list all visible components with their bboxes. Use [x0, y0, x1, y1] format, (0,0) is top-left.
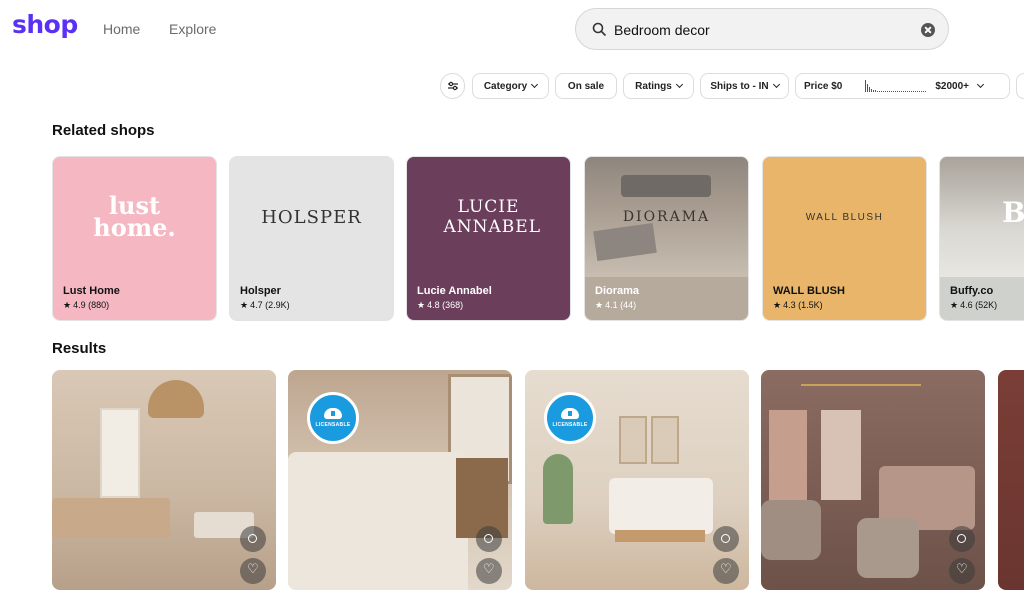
cloud-download-icon	[324, 408, 342, 419]
related-shops-title: Related shops	[52, 122, 155, 139]
shop-logo-image: lust home.	[93, 191, 176, 242]
star-icon: ★	[595, 300, 604, 310]
bench-shape	[615, 530, 705, 542]
favorite-icon[interactable]	[240, 558, 266, 584]
chevron-down-icon	[772, 80, 780, 89]
chevron-down-icon	[531, 80, 539, 89]
sofa-shape	[621, 175, 711, 197]
shop-logo-image: WALL BLUSH	[805, 211, 884, 223]
star-icon: ★	[950, 300, 959, 310]
result-card[interactable]	[52, 370, 276, 590]
visual-search-icon[interactable]	[240, 526, 266, 552]
more-filters-button[interactable]	[1016, 73, 1024, 99]
licensable-badge: LICENSABLE	[307, 392, 359, 444]
result-card[interactable]	[998, 370, 1024, 590]
filter-bar: Category On sale Ratings Ships to - IN P…	[0, 73, 1024, 99]
category-filter[interactable]: Category	[472, 73, 549, 99]
lamp-shape	[148, 380, 204, 418]
search-icon	[592, 22, 606, 36]
clear-search-icon[interactable]	[921, 23, 935, 37]
shop-logo-image: LUCIE ANNABEL	[443, 197, 541, 237]
wall-art-shape	[651, 416, 679, 464]
shop-card-lust-home[interactable]: lust home. Lust Home ★ 4.9 (880)	[52, 156, 217, 321]
price-histogram	[865, 80, 927, 92]
shop-card-diorama[interactable]: DIORAMA Diorama ★ 4.1 (44)	[584, 156, 749, 321]
bed-shape	[52, 498, 170, 538]
shop-rating: ★ 4.6 (52K)	[950, 300, 998, 310]
price-filter[interactable]: Price $0 $2000+	[795, 73, 1010, 99]
shop-name: Lust Home	[63, 285, 120, 297]
shop-logo[interactable]: shop	[12, 10, 78, 39]
ratings-filter[interactable]: Ratings	[623, 73, 694, 99]
shop-rating: ★ 4.3 (1.5K)	[773, 300, 823, 310]
on-sale-filter-label: On sale	[567, 80, 605, 92]
shop-logo-image: Bu	[940, 157, 1024, 277]
results-title: Results	[52, 340, 107, 357]
category-filter-label: Category	[483, 80, 528, 92]
price-max-label: $2000+	[935, 80, 970, 92]
star-icon: ★	[773, 300, 782, 310]
chevron-down-icon	[976, 80, 985, 89]
plant-shape	[543, 454, 573, 524]
shop-rating: ★ 4.7 (2.9K)	[240, 300, 290, 310]
star-icon: ★	[63, 300, 72, 310]
window-shape	[821, 410, 861, 500]
shop-card-lucie-annabel[interactable]: LUCIE ANNABEL Lucie Annabel ★ 4.8 (368)	[406, 156, 571, 321]
favorite-icon[interactable]	[949, 558, 975, 584]
on-sale-filter[interactable]: On sale	[555, 73, 617, 99]
shop-logo-image: DIORAMA	[585, 157, 748, 277]
nav-explore[interactable]: Explore	[169, 21, 216, 37]
visual-search-icon[interactable]	[949, 526, 975, 552]
shop-rating: ★ 4.1 (44)	[595, 300, 637, 310]
result-card[interactable]: LICENSABLE	[288, 370, 512, 590]
shop-name: Holsper	[240, 285, 281, 297]
window-shape	[100, 408, 140, 498]
rug-shape	[593, 222, 657, 262]
visual-search-icon[interactable]	[713, 526, 739, 552]
result-card[interactable]	[761, 370, 985, 590]
nightstand-shape	[456, 458, 508, 538]
shop-card-buffy[interactable]: Bu Buffy.co ★4.6 (52K)	[939, 156, 1024, 321]
sliders-icon	[447, 81, 458, 91]
cloud-download-icon	[561, 408, 579, 419]
shop-logo-image: HOLSPER	[261, 206, 362, 228]
search-input[interactable]	[614, 20, 904, 40]
shop-card-wall-blush[interactable]: WALL BLUSH WALL BLUSH ★ 4.3 (1.5K)	[762, 156, 927, 321]
visual-search-icon[interactable]	[476, 526, 502, 552]
search-bar[interactable]	[575, 8, 949, 50]
shop-name: Diorama	[595, 285, 640, 297]
shop-rating: ★ 4.8 (368)	[417, 300, 464, 310]
wall-art-shape	[619, 416, 647, 464]
shop-name: Buffy.co	[950, 285, 994, 297]
licensable-badge: LICENSABLE	[544, 392, 596, 444]
price-filter-label: Price $0	[804, 80, 843, 92]
shop-card-holsper[interactable]: HOLSPER Holsper ★ 4.7 (2.9K)	[229, 156, 394, 321]
favorite-icon[interactable]	[476, 558, 502, 584]
shop-name: Lucie Annabel	[417, 285, 492, 297]
nav-home[interactable]: Home	[103, 21, 140, 37]
chandelier-shape	[801, 384, 921, 420]
bed-shape	[609, 478, 713, 534]
ratings-filter-label: Ratings	[635, 80, 672, 92]
star-icon: ★	[240, 300, 249, 310]
top-bar: shop Home Explore	[0, 0, 1024, 60]
armchair-shape	[857, 518, 919, 578]
shop-name: WALL BLUSH	[773, 285, 845, 297]
filter-settings-button[interactable]	[440, 73, 465, 99]
ships-to-filter[interactable]: Ships to - IN	[700, 73, 789, 99]
ships-to-filter-label: Ships to - IN	[710, 80, 769, 92]
chevron-down-icon	[675, 80, 683, 89]
shop-rating: ★ 4.9 (880)	[63, 300, 110, 310]
favorite-icon[interactable]	[713, 558, 739, 584]
armchair-shape	[761, 500, 821, 560]
star-icon: ★	[417, 300, 426, 310]
result-card[interactable]: LICENSABLE	[525, 370, 749, 590]
bed-shape	[288, 452, 468, 590]
